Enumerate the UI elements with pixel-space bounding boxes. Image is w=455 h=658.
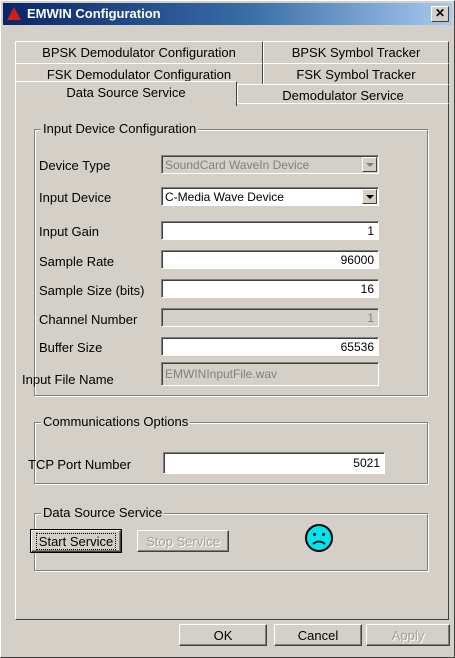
buffer-size-value: 65536 xyxy=(340,340,374,354)
ok-button[interactable]: OK xyxy=(179,624,267,646)
close-button[interactable]: ✕ xyxy=(431,6,449,22)
group-title: Data Source Service xyxy=(41,505,165,520)
chevron-down-icon[interactable] xyxy=(362,157,377,172)
device-type-value: SoundCard WaveIn Device xyxy=(165,158,310,172)
channel-number-label: Channel Number xyxy=(39,312,138,327)
app-icon xyxy=(7,7,21,20)
device-type-select[interactable]: SoundCard WaveIn Device xyxy=(161,155,379,174)
input-gain-value: 1 xyxy=(367,224,374,238)
group-title: Communications Options xyxy=(41,414,191,429)
stop-service-button[interactable]: Stop Service xyxy=(137,530,229,552)
buffer-size-label: Buffer Size xyxy=(39,340,103,355)
tab-fsk-symbol-tracker[interactable]: FSK Symbol Tracker xyxy=(263,63,449,85)
window-title: EMWIN Configuration xyxy=(27,6,161,21)
input-device-value: C-Media Wave Device xyxy=(165,190,284,204)
input-file-name-label: Input File Name xyxy=(22,372,114,387)
input-device-label: Input Device xyxy=(39,190,112,205)
tcp-port-label: TCP Port Number xyxy=(28,457,132,472)
sample-rate-label: Sample Rate xyxy=(39,254,115,269)
sample-size-label: Sample Size (bits) xyxy=(39,283,145,298)
sample-size-field[interactable]: 16 xyxy=(161,279,379,298)
tab-bpsk-demodulator-configuration[interactable]: BPSK Demodulator Configuration xyxy=(15,41,263,63)
sample-size-value: 16 xyxy=(360,282,374,296)
channel-number-value: 1 xyxy=(367,311,374,325)
cancel-button[interactable]: Cancel xyxy=(274,624,362,646)
input-gain-label: Input Gain xyxy=(39,224,99,239)
apply-button[interactable]: Apply xyxy=(366,624,450,646)
tab-data-source-service[interactable]: Data Source Service xyxy=(15,81,237,106)
sample-rate-field[interactable]: 96000 xyxy=(161,250,379,269)
device-type-label: Device Type xyxy=(39,158,111,173)
group-title: Input Device Configuration xyxy=(41,121,199,136)
input-gain-field[interactable]: 1 xyxy=(161,221,379,240)
input-file-name-field: EMWINInputFile.wav xyxy=(161,362,379,386)
start-service-label: Start Service xyxy=(35,533,117,550)
input-file-name-value: EMWINInputFile.wav xyxy=(165,367,278,381)
title-bar[interactable]: EMWIN Configuration ✕ xyxy=(3,3,452,25)
buffer-size-field[interactable]: 65536 xyxy=(161,337,379,356)
stop-service-label: Stop Service xyxy=(146,534,220,549)
tcp-port-value: 5021 xyxy=(353,456,380,470)
channel-number-field: 1 xyxy=(161,308,379,327)
tab-bpsk-symbol-tracker[interactable]: BPSK Symbol Tracker xyxy=(263,41,449,63)
chevron-down-icon[interactable] xyxy=(362,189,377,204)
tcp-port-field[interactable]: 5021 xyxy=(163,452,385,474)
input-device-select[interactable]: C-Media Wave Device xyxy=(161,187,379,206)
sad-face-icon xyxy=(305,524,333,552)
dialog-window: EMWIN Configuration ✕ BPSK Demodulator C… xyxy=(0,0,455,658)
sample-rate-value: 96000 xyxy=(340,253,374,267)
start-service-button[interactable]: Start Service xyxy=(30,529,122,553)
